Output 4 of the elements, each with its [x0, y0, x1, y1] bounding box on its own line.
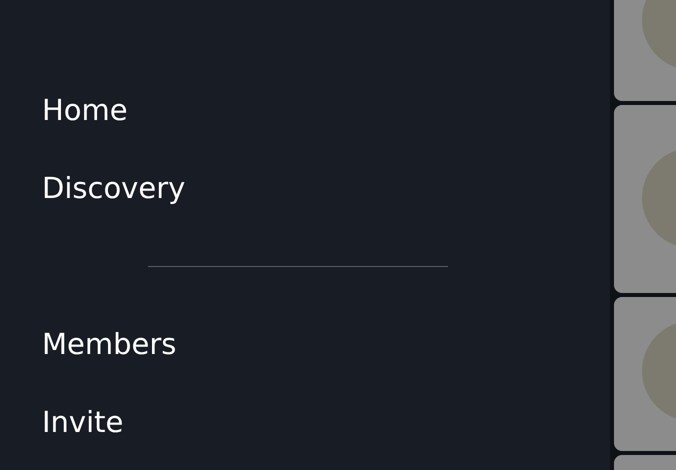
menu-item[interactable]: Invite	[0, 383, 610, 461]
menu-item[interactable]: Discovery	[0, 149, 610, 227]
menu-item[interactable]: Home	[0, 71, 610, 149]
menu-item[interactable]: Members	[0, 305, 610, 383]
